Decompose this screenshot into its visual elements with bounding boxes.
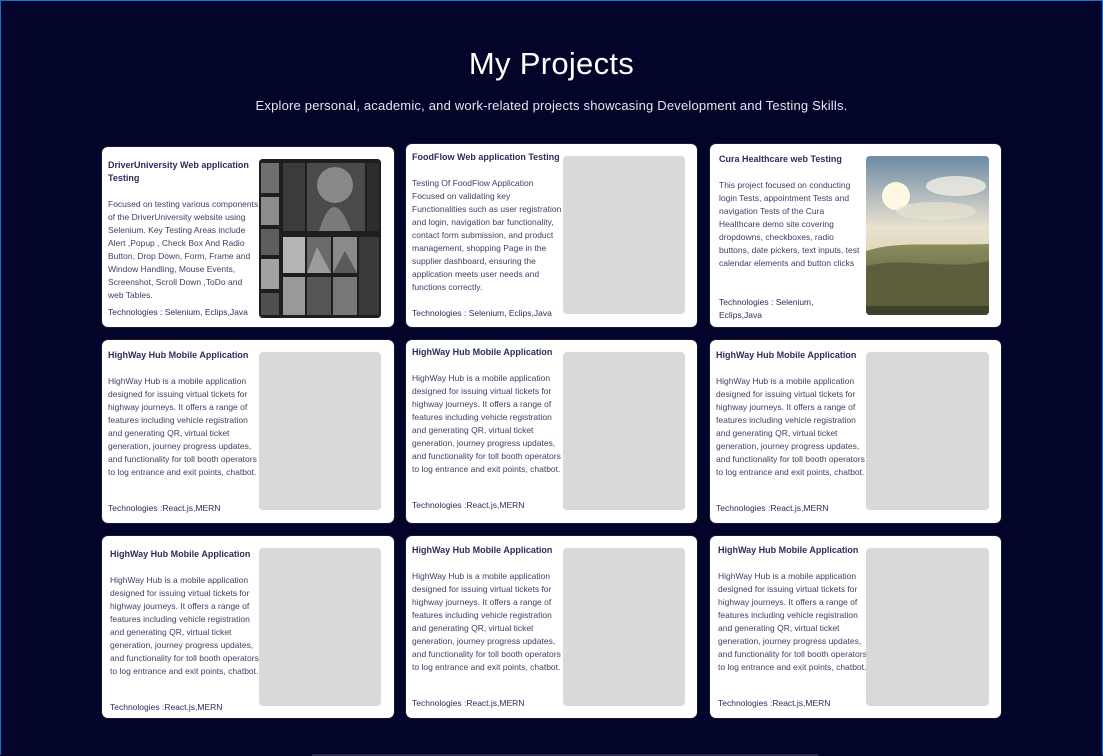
project-description: HighWay Hub is a mobile application desi…	[412, 571, 561, 672]
project-description: HighWay Hub is a mobile application desi…	[110, 575, 259, 676]
project-image-placeholder	[259, 352, 381, 510]
project-title: HighWay Hub Mobile Application	[718, 545, 859, 555]
project-image-placeholder	[866, 548, 989, 706]
project-text: HighWay Hub Mobile Application HighWay H…	[110, 536, 260, 718]
project-description: HighWay Hub is a mobile application desi…	[716, 376, 865, 477]
project-technologies: Technologies : Selenium, Eclips,Java	[719, 297, 814, 320]
project-title: Cura Healthcare web Testing	[719, 154, 842, 164]
project-image-placeholder	[259, 548, 381, 706]
project-technologies: Technologies :React.js,MERN	[110, 702, 223, 712]
project-description: HighWay Hub is a mobile application desi…	[718, 571, 867, 672]
project-card[interactable]: HighWay Hub Mobile Application HighWay H…	[406, 340, 697, 523]
page-title: My Projects	[468, 46, 635, 81]
project-description: Focused on testing various components of…	[108, 199, 259, 300]
project-technologies: Technologies :React.js,MERN	[412, 698, 525, 708]
project-text: HighWay Hub Mobile Application HighWay H…	[108, 340, 258, 523]
project-technologies: Technologies :React.js,MERN	[108, 503, 221, 513]
project-description: HighWay Hub is a mobile application desi…	[412, 373, 561, 474]
project-description: HighWay Hub is a mobile application desi…	[108, 376, 257, 477]
project-technologies: Technologies :React.js,MERN	[412, 500, 525, 510]
project-title: HighWay Hub Mobile Application	[110, 549, 251, 559]
project-title: HighWay Hub Mobile Application	[716, 350, 857, 360]
project-technologies: Technologies : Selenium, Eclips,Java	[108, 307, 248, 317]
project-image-placeholder	[563, 548, 685, 706]
page-subtitle: Explore personal, academic, and work-rel…	[255, 98, 848, 113]
project-image	[259, 159, 381, 318]
project-image	[866, 156, 989, 315]
project-technologies: Technologies :React.js,MERN	[718, 698, 831, 708]
project-image-placeholder	[563, 156, 685, 314]
project-image-placeholder	[563, 352, 685, 510]
project-title: HighWay Hub Mobile Application	[412, 545, 553, 555]
valley-thumbnail-icon	[866, 156, 989, 315]
project-card[interactable]: HighWay Hub Mobile Application HighWay H…	[710, 340, 1001, 523]
project-text: HighWay Hub Mobile Application HighWay H…	[716, 340, 866, 523]
gallery-thumbnail-icon	[259, 159, 381, 318]
project-description: Testing Of FoodFlow Application Focused …	[412, 178, 562, 292]
project-card[interactable]: DriverUniversity Web application Testing…	[102, 147, 394, 327]
project-card[interactable]: Cura Healthcare web Testing This project…	[710, 144, 1001, 327]
project-text: Cura Healthcare web Testing This project…	[716, 144, 866, 327]
project-text: HighWay Hub Mobile Application HighWay H…	[412, 536, 562, 718]
project-card[interactable]: HighWay Hub Mobile Application HighWay H…	[406, 536, 697, 718]
project-text: DriverUniversity Web application Testing…	[108, 147, 258, 327]
project-technologies: Technologies :React.js,MERN	[716, 503, 829, 513]
project-title: DriverUniversity Web application Testing	[108, 160, 249, 183]
project-text: FoodFlow Web application Testing Testing…	[412, 144, 562, 327]
project-description: This project focused on conducting login…	[719, 180, 860, 268]
project-text: HighWay Hub Mobile Application HighWay H…	[718, 536, 868, 718]
project-card[interactable]: HighWay Hub Mobile Application HighWay H…	[102, 536, 394, 718]
project-technologies: Technologies : Selenium, Eclips,Java	[412, 308, 552, 318]
project-title: HighWay Hub Mobile Application	[108, 350, 249, 360]
project-title: FoodFlow Web application Testing	[412, 152, 560, 162]
project-card[interactable]: HighWay Hub Mobile Application HighWay H…	[102, 340, 394, 523]
project-card[interactable]: HighWay Hub Mobile Application HighWay H…	[710, 536, 1001, 718]
project-text: HighWay Hub Mobile Application HighWay H…	[412, 340, 562, 523]
project-title: HighWay Hub Mobile Application	[412, 347, 553, 357]
project-card[interactable]: FoodFlow Web application Testing Testing…	[406, 144, 697, 327]
project-image-placeholder	[866, 352, 989, 510]
